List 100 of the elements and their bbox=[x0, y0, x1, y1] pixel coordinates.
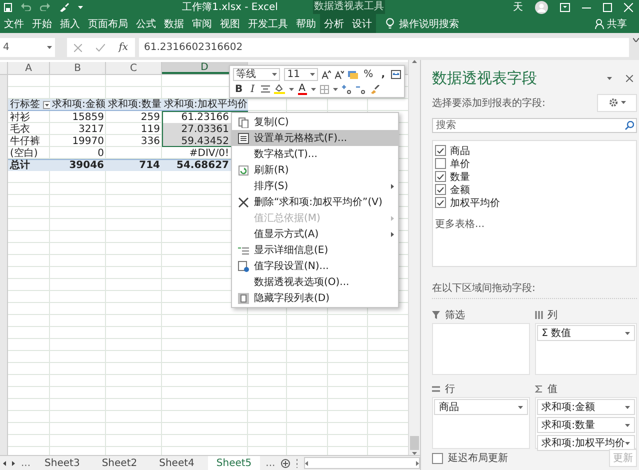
column-header[interactable]: B bbox=[50, 62, 106, 74]
vertical-scrollbar[interactable] bbox=[408, 60, 420, 455]
menu-item[interactable]: 隐藏字段列表(D) bbox=[232, 290, 398, 306]
settings-button[interactable] bbox=[597, 94, 637, 112]
percent-button[interactable]: % bbox=[362, 68, 376, 80]
menu-item[interactable]: 设置单元格格式(F)... bbox=[232, 130, 398, 146]
avatar-icon[interactable] bbox=[535, 0, 548, 14]
ribbon-tab[interactable]: 审阅 bbox=[188, 14, 216, 33]
grow-font-icon[interactable] bbox=[322, 70, 331, 78]
area-field[interactable]: 求和项:金额 bbox=[536, 399, 635, 415]
menu-item[interactable]: 数据透视表选项(O)... bbox=[232, 274, 398, 290]
area-label: 筛选 bbox=[445, 308, 465, 322]
redo-icon[interactable] bbox=[40, 3, 50, 11]
close-icon[interactable] bbox=[626, 75, 633, 82]
tell-me-search[interactable]: 操作说明搜索 bbox=[386, 14, 459, 33]
shrink-font-icon[interactable] bbox=[334, 70, 344, 78]
size-dropdown[interactable]: 11 bbox=[284, 68, 318, 80]
horizontal-scrollbar[interactable] bbox=[304, 457, 420, 469]
more-sheets-button[interactable]: ... bbox=[21, 458, 31, 468]
field-label[interactable]: 加权平均价 bbox=[450, 196, 500, 210]
font-color-button[interactable]: A bbox=[298, 84, 307, 94]
font-dropdown[interactable]: 等线 bbox=[233, 68, 280, 80]
submenu-arrow-icon bbox=[391, 232, 394, 236]
name-box[interactable]: 4 bbox=[0, 38, 55, 57]
area-label: 行 bbox=[445, 383, 455, 396]
fill-color-icon[interactable] bbox=[274, 84, 285, 94]
show-detail-icon bbox=[238, 244, 248, 256]
field-label[interactable]: 单价 bbox=[450, 156, 470, 171]
add-sheet-icon[interactable] bbox=[281, 458, 290, 468]
italic-button[interactable]: I bbox=[248, 84, 257, 94]
scroll-left-icon[interactable] bbox=[3, 460, 6, 466]
brush-icon[interactable] bbox=[59, 2, 69, 12]
sheet-tab[interactable]: Sheet5 bbox=[208, 456, 260, 470]
bold-button[interactable]: B bbox=[233, 84, 245, 94]
menu-item[interactable]: 数字格式(T)... bbox=[232, 146, 398, 162]
checkbox[interactable] bbox=[435, 197, 446, 208]
field-label[interactable]: 数量 bbox=[450, 170, 470, 184]
caret-icon[interactable] bbox=[78, 6, 83, 8]
area-field[interactable]: 求和项:数量 bbox=[536, 417, 635, 433]
check-icon[interactable] bbox=[96, 44, 105, 52]
area-field[interactable]: Σ 数值 bbox=[536, 325, 635, 341]
share-button[interactable]: 共享 bbox=[595, 14, 627, 33]
increase-decimal-icon[interactable] bbox=[342, 84, 352, 94]
ribbon-tab[interactable]: 文件 bbox=[0, 14, 28, 33]
ribbon-tab[interactable]: 插入 bbox=[56, 14, 84, 33]
ribbon-tab[interactable]: 视图 bbox=[216, 14, 244, 33]
more-tables-link[interactable]: 更多表格... bbox=[435, 217, 634, 232]
ribbon-tab[interactable]: 数据 bbox=[160, 14, 188, 33]
search-icon[interactable] bbox=[625, 121, 634, 130]
menu-item[interactable]: 排序(S) bbox=[232, 178, 398, 194]
field-label[interactable]: 商品 bbox=[450, 144, 470, 158]
ribbon-tab[interactable]: 设计 bbox=[348, 14, 376, 33]
expand-icon[interactable] bbox=[633, 38, 639, 42]
checkbox[interactable] bbox=[435, 184, 446, 196]
field-label[interactable]: 金额 bbox=[450, 182, 470, 197]
more-sheets-button[interactable]: ... bbox=[266, 458, 276, 468]
ribbon-tab[interactable]: 帮助 bbox=[292, 14, 320, 33]
formula-field[interactable]: 61.2316602316602 bbox=[139, 38, 629, 57]
number-format-icon[interactable] bbox=[348, 70, 358, 78]
drag-hint: 在以下区域间拖动字段: bbox=[432, 281, 637, 299]
scroll-right-icon[interactable] bbox=[12, 460, 15, 466]
scroll-left-icon[interactable] bbox=[305, 460, 308, 466]
checkbox[interactable] bbox=[435, 158, 446, 170]
align-center-icon[interactable] bbox=[260, 85, 270, 93]
checkbox-label[interactable]: 延迟布局更新 bbox=[448, 451, 508, 465]
splitter-icon[interactable] bbox=[296, 458, 298, 468]
column-header[interactable]: A bbox=[8, 62, 50, 74]
ribbon-tab[interactable]: 公式 bbox=[132, 14, 160, 33]
maximize-icon[interactable] bbox=[603, 2, 612, 12]
insert-function-button[interactable]: fx bbox=[118, 42, 128, 53]
caret-icon bbox=[625, 332, 630, 334]
merge-icon[interactable] bbox=[391, 70, 401, 78]
caret-icon[interactable] bbox=[332, 88, 338, 90]
area-field[interactable]: 求和项:加权平均价 bbox=[536, 435, 635, 451]
ribbon-tab[interactable]: 开发工具 bbox=[244, 14, 292, 33]
caret-icon[interactable] bbox=[288, 88, 294, 90]
submenu-arrow-icon bbox=[391, 184, 394, 188]
format-painter-icon[interactable] bbox=[370, 84, 380, 94]
comma-button[interactable]: , bbox=[379, 68, 387, 80]
decrease-decimal-icon[interactable] bbox=[356, 84, 366, 94]
ribbon-tab[interactable]: 分析 bbox=[320, 14, 348, 33]
menu-item[interactable]: 删除“求和项:加权平均价”(V) bbox=[232, 194, 398, 210]
ribbon-tab[interactable]: 开始 bbox=[28, 14, 56, 33]
ribbon-display-icon[interactable] bbox=[560, 2, 570, 12]
pane-options-icon[interactable] bbox=[607, 77, 612, 80]
ribbon-tab[interactable]: 页面布局 bbox=[84, 14, 132, 33]
search-field[interactable]: 搜索 bbox=[432, 118, 637, 134]
save-icon[interactable] bbox=[4, 2, 12, 12]
menu-item[interactable]: 显示详细信息(E) bbox=[232, 242, 398, 258]
checkbox[interactable] bbox=[435, 145, 446, 156]
menu-item[interactable]: 值显示方式(A) bbox=[232, 226, 398, 242]
area-field[interactable]: 商品 bbox=[434, 399, 528, 415]
scroll-up-icon[interactable] bbox=[412, 60, 417, 63]
undo-icon[interactable] bbox=[21, 3, 31, 11]
caret-icon[interactable] bbox=[310, 88, 316, 90]
checkbox[interactable] bbox=[435, 171, 446, 182]
checkbox[interactable] bbox=[432, 452, 443, 464]
scroll-thumb[interactable] bbox=[410, 436, 419, 450]
filter-dropdown-icon[interactable] bbox=[43, 100, 51, 108]
menu-item[interactable]: 值字段设置(N)... bbox=[232, 258, 398, 274]
